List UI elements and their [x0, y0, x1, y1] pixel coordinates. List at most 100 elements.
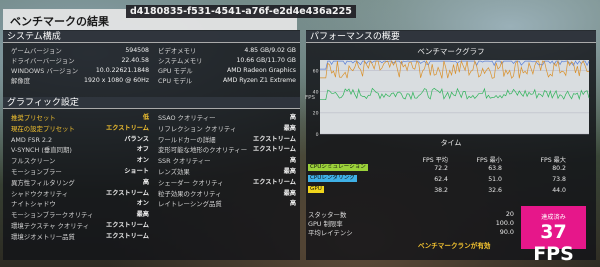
setting-row: シェーダー クオリティ エクストリーム	[158, 179, 296, 187]
setting-value: 高	[142, 178, 149, 186]
setting-value: 1920 x 1080 @ 60Hz	[84, 77, 149, 84]
setting-label: SSR クオリティー	[158, 157, 211, 166]
setting-value: AMD Ryzen Z1 Extreme	[222, 77, 296, 84]
setting-row: WINDOWS バージョン 10.0.22621.1848	[11, 67, 149, 75]
setting-label: ナイトシャドウ	[11, 200, 56, 209]
setting-label: 粒子効果のクオリティ	[158, 189, 222, 198]
setting-row: CPU モデル AMD Ryzen Z1 Extreme	[158, 77, 296, 85]
setting-row: モーションブラー ショート	[11, 168, 149, 176]
stat-min: 32.6	[488, 187, 502, 194]
setting-value: 594508	[125, 47, 149, 54]
setting-row: SSR クオリティー 高	[158, 157, 296, 165]
setting-value: 最高	[136, 211, 149, 219]
series-legend: CPUレンダリング	[308, 175, 357, 182]
x-axis-label: タイム	[440, 139, 462, 147]
extra-label: GPU 制限率	[308, 220, 343, 228]
setting-label: シャドウクオリティ	[11, 189, 69, 198]
extra-value: 20	[505, 210, 514, 218]
setting-value: オフ	[136, 146, 149, 154]
setting-row: シャドウクオリティ エクストリーム	[11, 190, 149, 198]
setting-label: レンズ効果	[158, 168, 190, 176]
setting-value: ショート	[124, 168, 149, 175]
setting-row: AMD FSR 2.2 バランス	[11, 136, 149, 144]
setting-row: モーションブラークオリティ 最高	[11, 211, 149, 219]
setting-label: 環境ジオメトリー品質	[11, 232, 75, 241]
setting-row: ナイトシャドウ オン	[11, 200, 149, 208]
setting-label: システムメモリ	[158, 57, 203, 65]
stat-max: 44.0	[552, 187, 566, 194]
setting-value: 高	[289, 114, 296, 121]
run-id: d4180835-f531-4541-a76f-e2d4e436a225	[126, 5, 356, 18]
setting-value: 10.66 GB/11.70 GB	[236, 57, 296, 64]
setting-row: 解像度 1920 x 1080 @ 60Hz	[11, 77, 149, 85]
y-tick-label: 0	[316, 132, 319, 138]
setting-value: 22.40.58	[121, 57, 149, 64]
setting-label: 異方性フィルタリング	[11, 178, 75, 187]
setting-value: エクストリーム	[106, 222, 149, 229]
extra-label: スタッター数	[308, 211, 347, 219]
setting-row: V-SYNCH (垂直同期) オフ	[11, 146, 149, 154]
series-legend: GPU	[308, 186, 324, 193]
setting-label: ビデオメモリ	[158, 47, 197, 55]
setting-label: ワールドカーの詳細	[158, 135, 216, 144]
setting-label: WINDOWS バージョン	[11, 67, 79, 75]
y-tick-label: 60	[313, 68, 319, 74]
setting-value: 10.0.22621.1848	[95, 67, 149, 74]
setting-row: 環境テクスチャ クオリティ エクストリーム	[11, 222, 149, 230]
setting-label: 環境テクスチャ クオリティ	[11, 222, 90, 230]
setting-value: オン	[136, 200, 149, 208]
setting-value: バランス	[124, 135, 149, 143]
setting-row: レイトレーシング品質 高	[158, 200, 296, 208]
setting-label: GPU モデル	[158, 67, 193, 75]
benchmark-status: ベンチマークランが有効	[418, 242, 491, 250]
setting-label: CPU モデル	[158, 77, 193, 85]
setting-row: SSAO クオリティー 高	[158, 114, 296, 122]
setting-row: 異方性フィルタリング 高	[11, 179, 149, 187]
setting-row: リフレクション クオリティ 最高	[158, 125, 296, 133]
setting-value: エクストリーム	[253, 135, 296, 143]
setting-value: オン	[136, 157, 149, 165]
setting-label: SSAO クオリティー	[158, 114, 216, 122]
graphics-section-title: グラフィック設定	[3, 97, 300, 109]
setting-value: 最高	[283, 168, 296, 175]
stats-col-header: FPS 最大	[540, 157, 566, 164]
stat-avg: 38.2	[434, 187, 448, 194]
setting-value: エクストリーム	[253, 146, 296, 154]
stats-col-header: FPS 平均	[422, 157, 448, 164]
setting-row: 現在の設定プリセット エクストリーム	[11, 125, 149, 133]
setting-value: 高	[289, 157, 296, 165]
achieved-label: 達成済み	[541, 214, 566, 221]
setting-label: V-SYNCH (垂直同期)	[11, 146, 72, 155]
setting-value: エクストリーム	[106, 189, 149, 197]
setting-label: ゲームバージョン	[11, 47, 62, 55]
extra-value: 90.0	[499, 228, 514, 236]
y-axis-label: FPS	[305, 95, 315, 101]
achieved-fps-value: 37 FPS	[533, 221, 574, 265]
setting-row: 粒子効果のクオリティ 最高	[158, 190, 296, 198]
extra-label: 平均レイテンシ	[308, 229, 353, 237]
setting-row: ドライバーバージョン 22.40.58	[11, 57, 149, 65]
setting-value: 4.85 GB/9.02 GB	[244, 47, 296, 54]
setting-value: エクストリーム	[253, 178, 296, 186]
setting-row: ビデオメモリ 4.85 GB/9.02 GB	[158, 47, 296, 55]
system-section-title: システム構成	[3, 31, 300, 43]
results-title: ベンチマークの結果	[10, 15, 109, 28]
series-legend: CPUシミュレーション	[308, 164, 368, 171]
setting-row: レンズ効果 最高	[158, 168, 296, 176]
setting-row: 推奨プリセット 低	[11, 114, 149, 122]
setting-row: ゲームバージョン 594508	[11, 47, 149, 55]
setting-value: エクストリーム	[106, 124, 149, 132]
setting-label: モーションブラークオリティ	[11, 211, 94, 220]
setting-value: エクストリーム	[106, 232, 149, 240]
setting-label: 現在の設定プリセット	[11, 124, 75, 133]
stats-col-header: FPS 最小	[476, 157, 502, 164]
setting-value: 最高	[283, 124, 296, 132]
setting-label: モーションブラー	[11, 168, 62, 176]
setting-label: AMD FSR 2.2	[11, 135, 53, 144]
setting-label: 解像度	[11, 77, 31, 85]
setting-row: ワールドカーの詳細 エクストリーム	[158, 136, 296, 144]
stat-max: 80.2	[552, 165, 566, 172]
stat-avg: 72.2	[434, 165, 448, 172]
setting-row: 環境ジオメトリー品質 エクストリーム	[11, 233, 149, 241]
setting-row: 変形可能な地形のクオリティー エクストリーム	[158, 146, 296, 154]
